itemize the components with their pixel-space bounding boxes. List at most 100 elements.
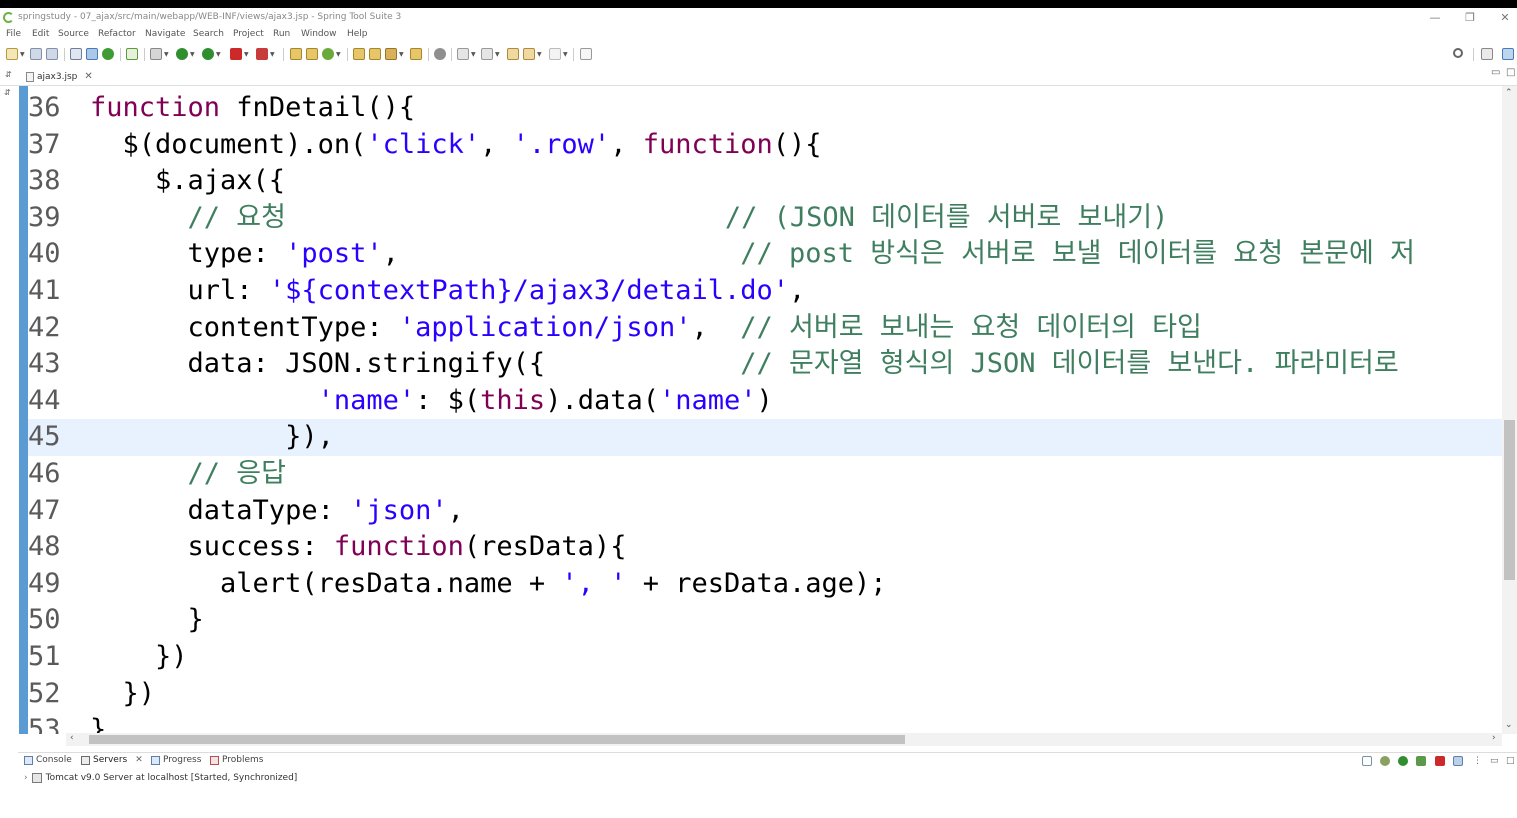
open-task-icon[interactable] bbox=[369, 48, 381, 60]
code-line[interactable]: 47 dataType: 'json', bbox=[28, 493, 1502, 530]
run-icon[interactable] bbox=[176, 48, 188, 60]
view-menu-dots-icon[interactable]: ⋮ bbox=[1473, 756, 1482, 766]
pin-editor-icon[interactable] bbox=[580, 48, 592, 60]
vertical-scrollbar[interactable]: ⌃ ⌄ bbox=[1502, 86, 1517, 734]
menu-project[interactable]: Project bbox=[233, 29, 264, 39]
save-all-icon[interactable] bbox=[46, 48, 58, 60]
tab-problems[interactable]: Problems bbox=[210, 755, 263, 765]
java-ee-perspective-icon[interactable] bbox=[1502, 48, 1514, 60]
forward-icon[interactable] bbox=[549, 48, 561, 60]
forward-dropdown-icon[interactable]: ▼ bbox=[563, 51, 568, 58]
menu-help[interactable]: Help bbox=[347, 29, 368, 39]
menu-refactor[interactable]: Refactor bbox=[98, 29, 136, 39]
menu-file[interactable]: File bbox=[6, 29, 21, 39]
start-server-icon[interactable] bbox=[1398, 756, 1408, 766]
menu-edit[interactable]: Edit bbox=[32, 29, 49, 39]
stop-server-icon[interactable] bbox=[1435, 756, 1445, 766]
code-line[interactable]: 43 data: JSON.stringify({ // 문자열 형식의 JSO… bbox=[28, 346, 1502, 383]
debug-dropdown-icon[interactable]: ▼ bbox=[164, 51, 169, 58]
publish-icon[interactable] bbox=[1453, 756, 1463, 766]
last-edit-location-icon[interactable] bbox=[507, 48, 519, 60]
scroll-left-icon[interactable]: ‹ bbox=[70, 733, 74, 743]
vertical-scroll-thumb[interactable] bbox=[1504, 420, 1515, 580]
expand-chevron-icon[interactable]: › bbox=[24, 773, 28, 783]
menu-window[interactable]: Window bbox=[301, 29, 337, 39]
web-browser-icon[interactable] bbox=[434, 48, 446, 60]
tab-console[interactable]: Console bbox=[24, 755, 72, 765]
coverage-dropdown-icon[interactable]: ▼ bbox=[216, 51, 221, 58]
open-console-icon[interactable] bbox=[70, 48, 82, 60]
menu-navigate[interactable]: Navigate bbox=[145, 29, 185, 39]
tab-progress[interactable]: Progress bbox=[151, 755, 201, 765]
search-icon[interactable] bbox=[1453, 48, 1463, 58]
code-line[interactable]: 53} bbox=[28, 712, 1502, 734]
back-dropdown-icon[interactable]: ▼ bbox=[537, 51, 542, 58]
coverage-icon[interactable] bbox=[202, 48, 214, 60]
new-class-dropdown-icon[interactable]: ▼ bbox=[336, 51, 341, 58]
code-line[interactable]: 51 }) bbox=[28, 639, 1502, 676]
previous-annotation-dropdown-icon[interactable]: ▼ bbox=[495, 51, 500, 58]
code-line[interactable]: 36 function fnDetail(){ bbox=[28, 90, 1502, 127]
code-line[interactable]: 45 }), bbox=[28, 419, 1502, 456]
menu-run[interactable]: Run bbox=[273, 29, 290, 39]
close-button[interactable]: ✕ bbox=[1490, 10, 1517, 25]
code-line[interactable]: 39 // 요청 // (JSON 데이터를 서버로 보내기) bbox=[28, 200, 1502, 237]
debug-icon[interactable] bbox=[150, 48, 162, 60]
new-java-project-icon[interactable] bbox=[290, 48, 302, 60]
debug-server-icon[interactable] bbox=[1380, 756, 1390, 766]
view-menu-icon[interactable]: ⇵ bbox=[5, 70, 12, 79]
code-line[interactable]: 52 }) bbox=[28, 676, 1502, 713]
scroll-up-icon[interactable]: ⌃ bbox=[1505, 88, 1513, 98]
refresh-icon[interactable] bbox=[126, 48, 138, 60]
stop-icon[interactable] bbox=[230, 48, 242, 60]
close-tab-icon[interactable]: ✕ bbox=[84, 71, 92, 82]
minimize-editor-icon[interactable]: ▭ bbox=[1491, 67, 1500, 78]
code-line[interactable]: 37 $(document).on('click', '.row', funct… bbox=[28, 127, 1502, 164]
previous-annotation-icon[interactable] bbox=[481, 48, 493, 60]
menu-source[interactable]: Source bbox=[58, 29, 89, 39]
maximize-editor-icon[interactable]: □ bbox=[1506, 67, 1515, 78]
code-line[interactable]: 41 url: '${contextPath}/ajax3/detail.do'… bbox=[28, 273, 1502, 310]
boot-dashboard-icon[interactable] bbox=[102, 48, 114, 60]
back-icon[interactable] bbox=[523, 48, 535, 60]
horizontal-scrollbar[interactable]: ‹ › bbox=[66, 733, 1502, 746]
code-line[interactable]: 49 alert(resData.name + ', ' + resData.a… bbox=[28, 566, 1502, 603]
menu-search[interactable]: Search bbox=[193, 29, 224, 39]
profile-server-icon[interactable] bbox=[1416, 756, 1426, 766]
close-servers-tab-icon[interactable]: ✕ bbox=[135, 755, 143, 765]
scroll-down-icon[interactable]: ⌄ bbox=[1505, 720, 1513, 730]
restore-button[interactable]: ❐ bbox=[1455, 10, 1485, 25]
code-line[interactable]: 46 // 응답 bbox=[28, 456, 1502, 493]
editor-tab-ajax3[interactable]: ajax3.jsp ✕ bbox=[22, 69, 97, 84]
code-line[interactable]: 38 $.ajax({ bbox=[28, 163, 1502, 200]
server-list-item[interactable]: › Tomcat v9.0 Server at localhost [Start… bbox=[18, 770, 1517, 785]
code-editor[interactable]: 36 function fnDetail(){37 $(document).on(… bbox=[28, 90, 1502, 734]
external-tools-dropdown-icon[interactable]: ▼ bbox=[270, 51, 275, 58]
code-line[interactable]: 40 type: 'post', // post 방식은 서버로 보낼 데이터를… bbox=[28, 236, 1502, 273]
collapse-all-icon[interactable] bbox=[1362, 756, 1372, 766]
new-icon[interactable] bbox=[6, 48, 18, 60]
new-dropdown-icon[interactable]: ▼ bbox=[20, 51, 25, 58]
scroll-right-icon[interactable]: › bbox=[1492, 733, 1496, 743]
next-annotation-icon[interactable] bbox=[457, 48, 469, 60]
search-dropdown-icon[interactable]: ▼ bbox=[399, 51, 404, 58]
search-tool-icon[interactable] bbox=[385, 48, 397, 60]
minimize-button[interactable]: — bbox=[1420, 10, 1450, 25]
save-icon[interactable] bbox=[30, 48, 42, 60]
code-line[interactable]: 48 success: function(resData){ bbox=[28, 529, 1502, 566]
open-perspective-icon[interactable] bbox=[1481, 48, 1493, 60]
open-type-icon[interactable] bbox=[353, 48, 365, 60]
run-dropdown-icon[interactable]: ▼ bbox=[190, 51, 195, 58]
minimize-view-icon[interactable]: ▭ bbox=[1490, 756, 1500, 766]
next-annotation-dropdown-icon[interactable]: ▼ bbox=[471, 51, 476, 58]
toggle-mark-icon[interactable] bbox=[86, 48, 98, 60]
code-line[interactable]: 42 contentType: 'application/json', // 서… bbox=[28, 310, 1502, 347]
tab-servers[interactable]: Servers ✕ bbox=[81, 755, 143, 765]
new-class-icon[interactable] bbox=[322, 48, 334, 60]
external-tools-icon[interactable] bbox=[256, 48, 268, 60]
restore-view-icon[interactable]: ⇵ bbox=[4, 88, 11, 97]
maximize-view-icon[interactable]: □ bbox=[1506, 756, 1516, 766]
stop-dropdown-icon[interactable]: ▼ bbox=[244, 51, 249, 58]
code-line[interactable]: 50 } bbox=[28, 602, 1502, 639]
code-line[interactable]: 44 'name': $(this).data('name') bbox=[28, 383, 1502, 420]
